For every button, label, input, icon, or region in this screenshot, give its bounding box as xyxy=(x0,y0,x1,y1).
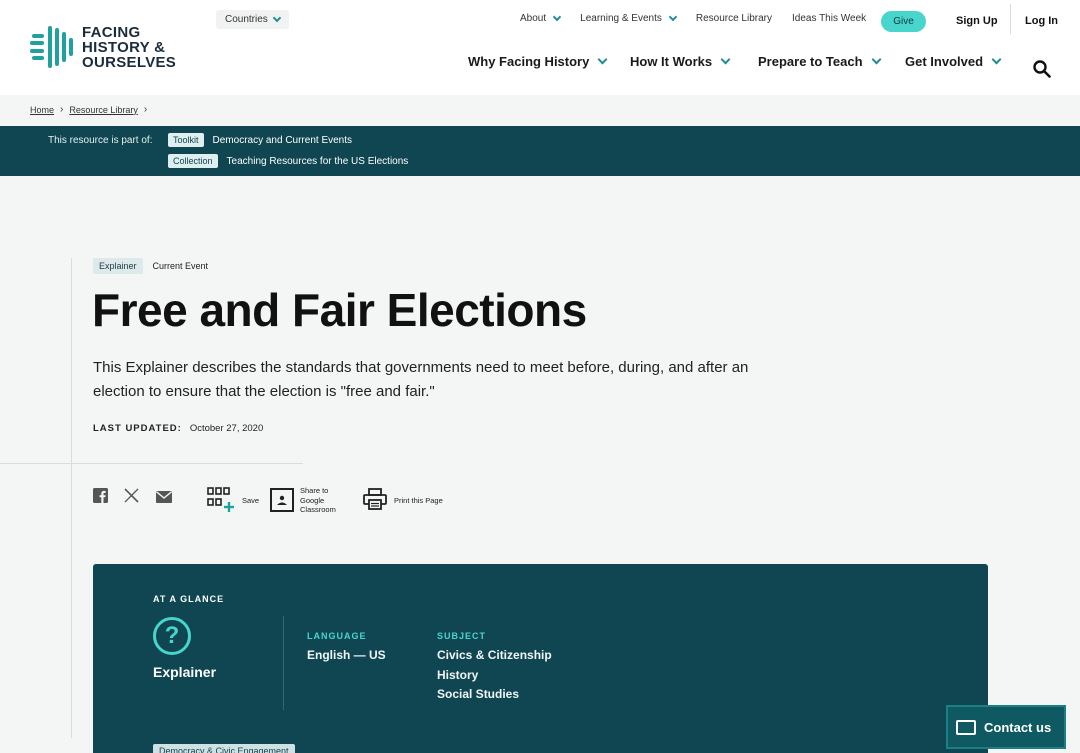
nav-about[interactable]: About xyxy=(520,12,562,24)
contact-us-button[interactable]: Contact us xyxy=(946,705,1066,749)
nav-prepare-to-teach[interactable]: Prepare to Teach xyxy=(758,53,881,69)
last-updated-date: October 27, 2020 xyxy=(189,423,264,434)
print-label[interactable]: Print this Page xyxy=(394,496,443,506)
envelope-icon xyxy=(956,719,976,735)
share-to-classroom-label[interactable]: Share to Google Classroom xyxy=(300,486,336,515)
logo-mark-icon xyxy=(30,24,76,70)
site-header: FACING HISTORY & OURSELVES Countries Abo… xyxy=(0,0,1080,95)
utility-nav: About Learning & Events Resource Library… xyxy=(520,12,886,24)
breadcrumb-separator-icon: › xyxy=(60,104,64,115)
nav-learning-events[interactable]: Learning & Events xyxy=(580,12,678,24)
nav-how-it-works[interactable]: How It Works xyxy=(630,53,731,69)
resource-type: Explainer xyxy=(153,664,217,680)
header-divider xyxy=(1010,4,1011,34)
chevron-down-icon xyxy=(272,13,282,23)
breadcrumb-resource-library[interactable]: Resource Library xyxy=(69,105,138,115)
nav-about-label: About xyxy=(520,13,547,24)
x-icon[interactable] xyxy=(124,488,139,508)
panel-divider xyxy=(283,616,284,710)
nav-learning-events-label: Learning & Events xyxy=(580,13,662,24)
save-grid-icon[interactable] xyxy=(207,487,235,518)
nav-resource-library-label: Resource Library xyxy=(695,13,773,24)
at-a-glance-panel: AT A GLANCE ? Explainer LANGUAGE English… xyxy=(93,564,988,753)
google-classroom-icon[interactable] xyxy=(270,488,294,517)
nav-label: Prepare to Teach xyxy=(758,53,863,69)
content-rule-vertical xyxy=(71,258,72,738)
subject-item[interactable]: Social Studies xyxy=(437,685,552,705)
chevron-down-icon xyxy=(552,12,562,22)
site-logo[interactable]: FACING HISTORY & OURSELVES xyxy=(30,24,176,70)
subject-list: Civics & Citizenship History Social Stud… xyxy=(437,646,552,705)
nav-ideas-this-week[interactable]: Ideas This Week xyxy=(792,13,866,24)
contact-us-label: Contact us xyxy=(984,719,1052,735)
logo-line: OURSELVES xyxy=(82,53,177,71)
subject-item[interactable]: Civics & Citizenship xyxy=(437,646,552,666)
chevron-down-icon xyxy=(871,54,881,65)
breadcrumb: Home › Resource Library › xyxy=(30,104,147,115)
sign-up-link[interactable]: Sign Up xyxy=(956,15,998,27)
language-heading: LANGUAGE xyxy=(307,631,367,641)
subject-heading: SUBJECT xyxy=(437,631,487,641)
email-icon[interactable] xyxy=(156,490,172,508)
explainer-tag: Explainer xyxy=(93,258,143,274)
share-toolbar: Save Share to Google Classroom Print thi… xyxy=(93,485,493,517)
nav-label: Why Facing History xyxy=(468,53,590,69)
nav-why-facing-history[interactable]: Why Facing History xyxy=(468,53,608,69)
page-title: Free and Fair Elections xyxy=(92,284,587,336)
content-rule-horizontal xyxy=(0,463,303,464)
question-mark-icon: ? xyxy=(153,617,191,655)
print-icon[interactable] xyxy=(363,488,387,515)
chevron-down-icon xyxy=(720,54,731,65)
give-button[interactable]: Give xyxy=(881,11,926,32)
resource-context-toolkit[interactable]: Toolkit Democracy and Current Events xyxy=(168,133,352,147)
classroom-label-line: Share to xyxy=(300,486,329,495)
facebook-icon[interactable] xyxy=(93,488,108,508)
toolkit-link[interactable]: Democracy and Current Events xyxy=(213,135,353,146)
nav-label: Get Involved xyxy=(905,53,984,69)
topic-tag[interactable]: Democracy & Civic Engagement xyxy=(153,744,295,753)
article-description: This Explainer describes the standards t… xyxy=(93,359,749,400)
nav-ideas-this-week-label: Ideas This Week xyxy=(792,13,867,24)
current-event-tag: Current Event xyxy=(152,261,209,271)
breadcrumb-home[interactable]: Home xyxy=(30,105,54,115)
breadcrumb-separator-icon: › xyxy=(143,104,148,115)
resource-context-bar: This resource is part of: Toolkit Democr… xyxy=(0,126,1080,176)
toolkit-tag: Toolkit xyxy=(168,133,204,147)
chevron-down-icon xyxy=(991,54,1002,65)
resource-context-collection[interactable]: Collection Teaching Resources for the US… xyxy=(168,154,408,168)
last-updated-label: LAST UPDATED: xyxy=(93,423,182,434)
nav-label: How It Works xyxy=(630,53,713,69)
logo-line: HISTORY & xyxy=(82,38,166,56)
countries-dropdown[interactable]: Countries xyxy=(216,10,289,29)
nav-resource-library[interactable]: Resource Library xyxy=(696,13,772,24)
log-in-link[interactable]: Log In xyxy=(1025,15,1058,27)
resource-context-lead: This resource is part of: xyxy=(48,135,153,146)
save-label[interactable]: Save xyxy=(242,496,259,506)
countries-label: Countries xyxy=(225,14,268,25)
chevron-down-icon xyxy=(668,12,678,22)
at-a-glance-heading: AT A GLANCE xyxy=(153,594,225,604)
chevron-down-icon xyxy=(597,54,608,65)
search-icon[interactable] xyxy=(1033,60,1051,78)
logo-line: FACING xyxy=(82,23,141,41)
collection-tag: Collection xyxy=(168,154,218,168)
classroom-label-line: Google xyxy=(300,495,325,505)
logo-text: FACING HISTORY & OURSELVES xyxy=(82,25,176,70)
language-value: English — US xyxy=(307,648,386,662)
nav-get-involved[interactable]: Get Involved xyxy=(905,53,1002,69)
subject-item[interactable]: History xyxy=(437,666,552,686)
classroom-label-line: Classroom xyxy=(300,505,336,514)
last-updated: LAST UPDATED: October 27, 2020 xyxy=(93,423,263,434)
collection-link[interactable]: Teaching Resources for the US Elections xyxy=(227,156,409,167)
article-tags: Explainer Current Event xyxy=(93,258,208,274)
